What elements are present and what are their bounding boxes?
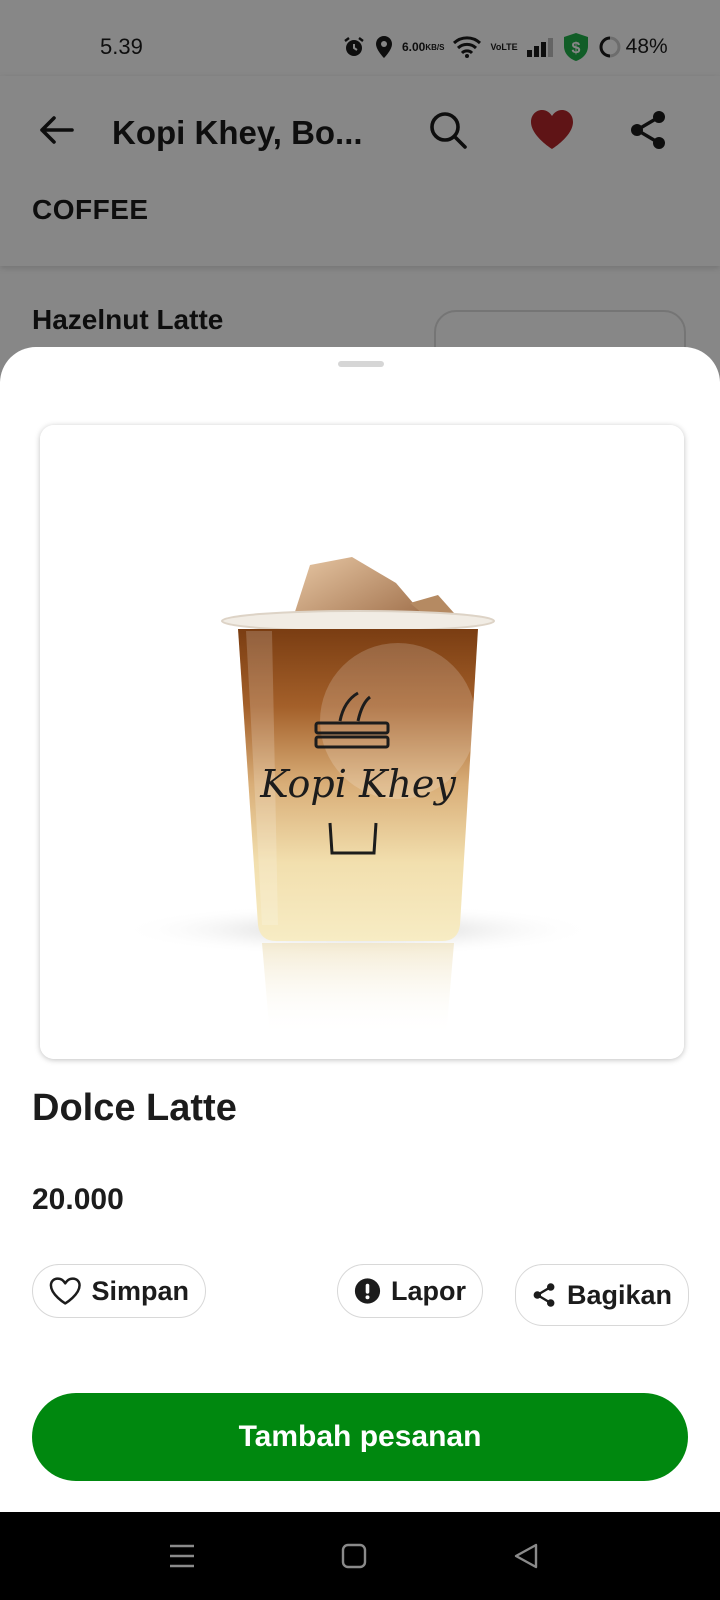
- add-to-order-label: Tambah pesanan: [238, 1420, 482, 1453]
- share-label: Bagikan: [566, 1279, 672, 1310]
- product-price: 20.000: [32, 1183, 124, 1216]
- report-label: Lapor: [390, 1275, 466, 1306]
- product-image: Kopi Khey: [40, 425, 684, 1059]
- product-bottom-sheet: Kopi Khey Dolce Latte 20.000 Simpan Lapo…: [0, 347, 720, 1512]
- sheet-drag-handle[interactable]: [338, 361, 384, 367]
- share-button[interactable]: Bagikan: [515, 1264, 689, 1326]
- home-square-icon: [341, 1543, 367, 1569]
- back-triangle-icon: [514, 1543, 538, 1569]
- recents-button[interactable]: [162, 1538, 202, 1574]
- product-name: Dolce Latte: [32, 1087, 237, 1129]
- share-icon: [533, 1283, 555, 1307]
- system-nav-bar: [0, 1512, 720, 1600]
- save-button[interactable]: Simpan: [32, 1264, 206, 1318]
- alert-circle-icon: [354, 1278, 381, 1304]
- system-back-button[interactable]: [506, 1538, 546, 1574]
- add-to-order-button[interactable]: Tambah pesanan: [32, 1393, 688, 1481]
- recents-menu-icon: [170, 1544, 194, 1568]
- product-logo-text: Kopi Khey: [259, 762, 456, 806]
- heart-outline-icon: [49, 1277, 81, 1305]
- product-image-card: Kopi Khey: [40, 425, 684, 1059]
- save-label: Simpan: [91, 1275, 189, 1306]
- home-button[interactable]: [334, 1538, 374, 1574]
- report-button[interactable]: Lapor: [337, 1264, 483, 1318]
